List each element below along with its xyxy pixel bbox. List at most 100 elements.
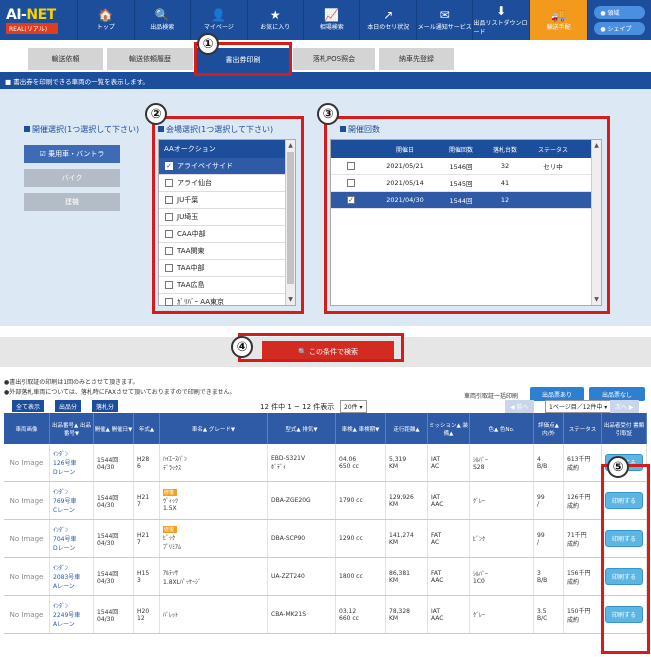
won-filter-button[interactable]: 落札分: [92, 400, 119, 412]
nav-item-search[interactable]: 🔍 出品検索: [135, 0, 192, 40]
cell-text[interactable]: ｲﾝﾀﾞﾝ: [53, 487, 93, 496]
cell-grade: 4 B/B: [534, 444, 564, 481]
cell-text: IAT: [431, 607, 441, 615]
nav-item-mail-service[interactable]: ✉ メール通知サービス: [417, 0, 474, 40]
nav-item-auction-status[interactable]: ↗ 本日のセリ状況: [360, 0, 417, 40]
cell-grade: 99/: [534, 520, 564, 557]
cell-text: 成約: [567, 578, 580, 586]
cell-text: 6: [137, 462, 141, 470]
tab-transport-history[interactable]: 輸送依頼履歴: [107, 48, 193, 70]
per-page-select[interactable]: 20件 ▾: [340, 400, 367, 413]
nav-pill-button[interactable]: ● 領域: [594, 5, 645, 19]
type-button-machinery[interactable]: 建機: [24, 193, 120, 211]
cell-text[interactable]: 2249号車: [53, 610, 93, 619]
cell-mission: IAT AAC: [428, 482, 470, 519]
page-select[interactable]: 1ページ目／12件中 ▾: [545, 400, 612, 413]
cell-shaken: 03.12 660 cc: [336, 596, 386, 633]
cell-text[interactable]: Aレーン: [53, 619, 93, 628]
logo-subtitle: REAL(リアル): [6, 22, 58, 34]
cell-year: H28 6: [134, 444, 160, 481]
cell-text[interactable]: 704号車: [53, 534, 93, 543]
table-row: No Image ｲﾝﾀﾞﾝ 126号車 Dレーン 1544回 04/30 H28 6 ﾊｲｴｰ…: [4, 444, 647, 482]
tab-pos-inquiry[interactable]: 落札POS照会: [293, 48, 375, 70]
tab-transport-request[interactable]: 輸送依頼: [28, 48, 103, 70]
result-summary: 12 件中 1 ~ 12 件表示: [260, 403, 335, 411]
cell-text[interactable]: 126号車: [53, 458, 93, 467]
table-row: No Image ｲﾝﾀﾞﾝ 769号車 Cレーン 1544回 04/30 H21 7 修復 ｳﾞ…: [4, 482, 647, 520]
listed-filter-button[interactable]: 出品分: [55, 400, 82, 412]
tab-delivery-registration[interactable]: 納車先登録: [379, 48, 454, 70]
cell-name: ﾊﾞﾚｯﾄ: [160, 596, 268, 633]
cell-text: 660 cc: [339, 614, 359, 622]
cell-text[interactable]: Aレーン: [53, 581, 93, 590]
nav-item-favorites[interactable]: ★ お気に入り: [248, 0, 304, 40]
cell-text: 4: [537, 455, 541, 463]
cell-shaken: 1290 cc: [336, 520, 386, 557]
cell-text[interactable]: ｲﾝﾀﾞﾝ: [53, 449, 93, 458]
cell-text: H20: [137, 607, 150, 615]
nav-item-download[interactable]: ⬇ 出品リストダウンロード: [473, 0, 530, 40]
cell-year: H15 3: [134, 558, 160, 595]
print-with-slip-button[interactable]: 出品票あり: [530, 387, 584, 401]
cell-text[interactable]: Dレーン: [53, 467, 93, 476]
cell-text: 1544回: [97, 570, 119, 578]
prev-page-button[interactable]: ◀ 前へ: [505, 400, 534, 413]
callout-number-1: ①: [197, 33, 219, 55]
search-icon: 🔍: [154, 8, 170, 22]
cell-status: 150千円 成約: [564, 596, 602, 633]
chart-icon: 📈: [324, 8, 340, 22]
callout-number-4: ④: [231, 336, 253, 358]
cell-lot: ｲﾝﾀﾞﾝ 126号車 Dレーン: [50, 444, 94, 481]
cell-text: 1.8XLﾊﾟｯｹｰｼﾞ: [163, 578, 201, 586]
cell-grade: 99/: [534, 482, 564, 519]
type-button-passenger[interactable]: ☑ 乗用車・バントラ: [24, 145, 120, 163]
type-button-bike[interactable]: バイク: [24, 169, 120, 187]
note-text: ●外部落札車両については、落札時にFAXさせて頂いておりますので印刷できません。: [4, 389, 236, 396]
cell-status: 126千円 成約: [564, 482, 602, 519]
next-page-button[interactable]: 次へ ▶: [610, 400, 639, 413]
cell-text: 04/30: [97, 463, 115, 471]
cell-text: 71千円: [567, 531, 587, 539]
cell-text: 04/30: [97, 615, 115, 623]
cell-km: 129,926 KM: [386, 482, 428, 519]
cell-text: ﾃﾞﾗｯｸｽ: [163, 464, 182, 472]
cell-text[interactable]: ｲﾝﾀﾞﾝ: [53, 563, 93, 572]
cell-text[interactable]: Cレーン: [53, 505, 93, 514]
cell-text: 04/30: [97, 577, 115, 585]
cell-text: H15: [137, 569, 150, 577]
show-all-button[interactable]: 全て表示: [12, 400, 45, 412]
cell-status: 156千円 成約: [564, 558, 602, 595]
cell-text: ﾊｲｴｰｽﾊﾞﾝ: [163, 455, 188, 463]
cell-text: H21: [137, 531, 150, 539]
cell-text: 成約: [567, 540, 580, 548]
cell-lot: ｲﾝﾀﾞﾝ 2083号車 Aレーン: [50, 558, 94, 595]
callout-box-3: [324, 116, 610, 314]
cell-text[interactable]: 2083号車: [53, 572, 93, 581]
cell-text: 04/30: [97, 501, 115, 509]
type-section-title: 開催選択(1つ選択して下さい): [24, 124, 139, 135]
cell-text[interactable]: Dレーン: [53, 543, 93, 552]
cell-color: ｸﾞﾚｰ: [470, 596, 534, 633]
cell-text[interactable]: ｲﾝﾀﾞﾝ: [53, 601, 93, 610]
cell-text[interactable]: ｲﾝﾀﾞﾝ: [53, 525, 93, 534]
vehicle-table: 車両画像 出品番号▲ 出品番号▼ 開催▲ 開催日▼ 年式▲ 車名▲ グレード▼ …: [4, 413, 647, 634]
cell-text: ﾊﾞﾚｯﾄ: [163, 612, 179, 619]
nav-top[interactable]: 🏠 トップ: [78, 0, 135, 40]
nav-item-mypage[interactable]: 👤 マイページ: [191, 0, 248, 40]
logo[interactable]: AI-NET REAL(リアル): [0, 0, 79, 40]
cell-event: 1544回 04/30: [94, 482, 134, 519]
callout-number-2: ②: [145, 103, 167, 125]
cell-text: 1544回: [97, 494, 119, 502]
cell-text: 5,319: [389, 455, 407, 463]
cell-text: 650 cc: [339, 462, 359, 470]
cell-text[interactable]: 769号車: [53, 496, 93, 505]
nav-item-market-search[interactable]: 📈 相場検索: [304, 0, 361, 40]
cell-text: ﾋﾟﾝｸ: [473, 536, 486, 543]
callout-number-3: ③: [317, 103, 339, 125]
cell-text: ｼﾙﾊﾞｰ: [473, 456, 489, 464]
nav-item-transport[interactable]: 🚚 輸送手配: [529, 0, 589, 40]
cell-text: 成約: [567, 464, 580, 472]
print-without-slip-button[interactable]: 出品票なし: [589, 387, 645, 401]
nav-pill-button[interactable]: ● シェイプ: [594, 21, 645, 35]
cell-text: 156千円: [567, 569, 591, 577]
